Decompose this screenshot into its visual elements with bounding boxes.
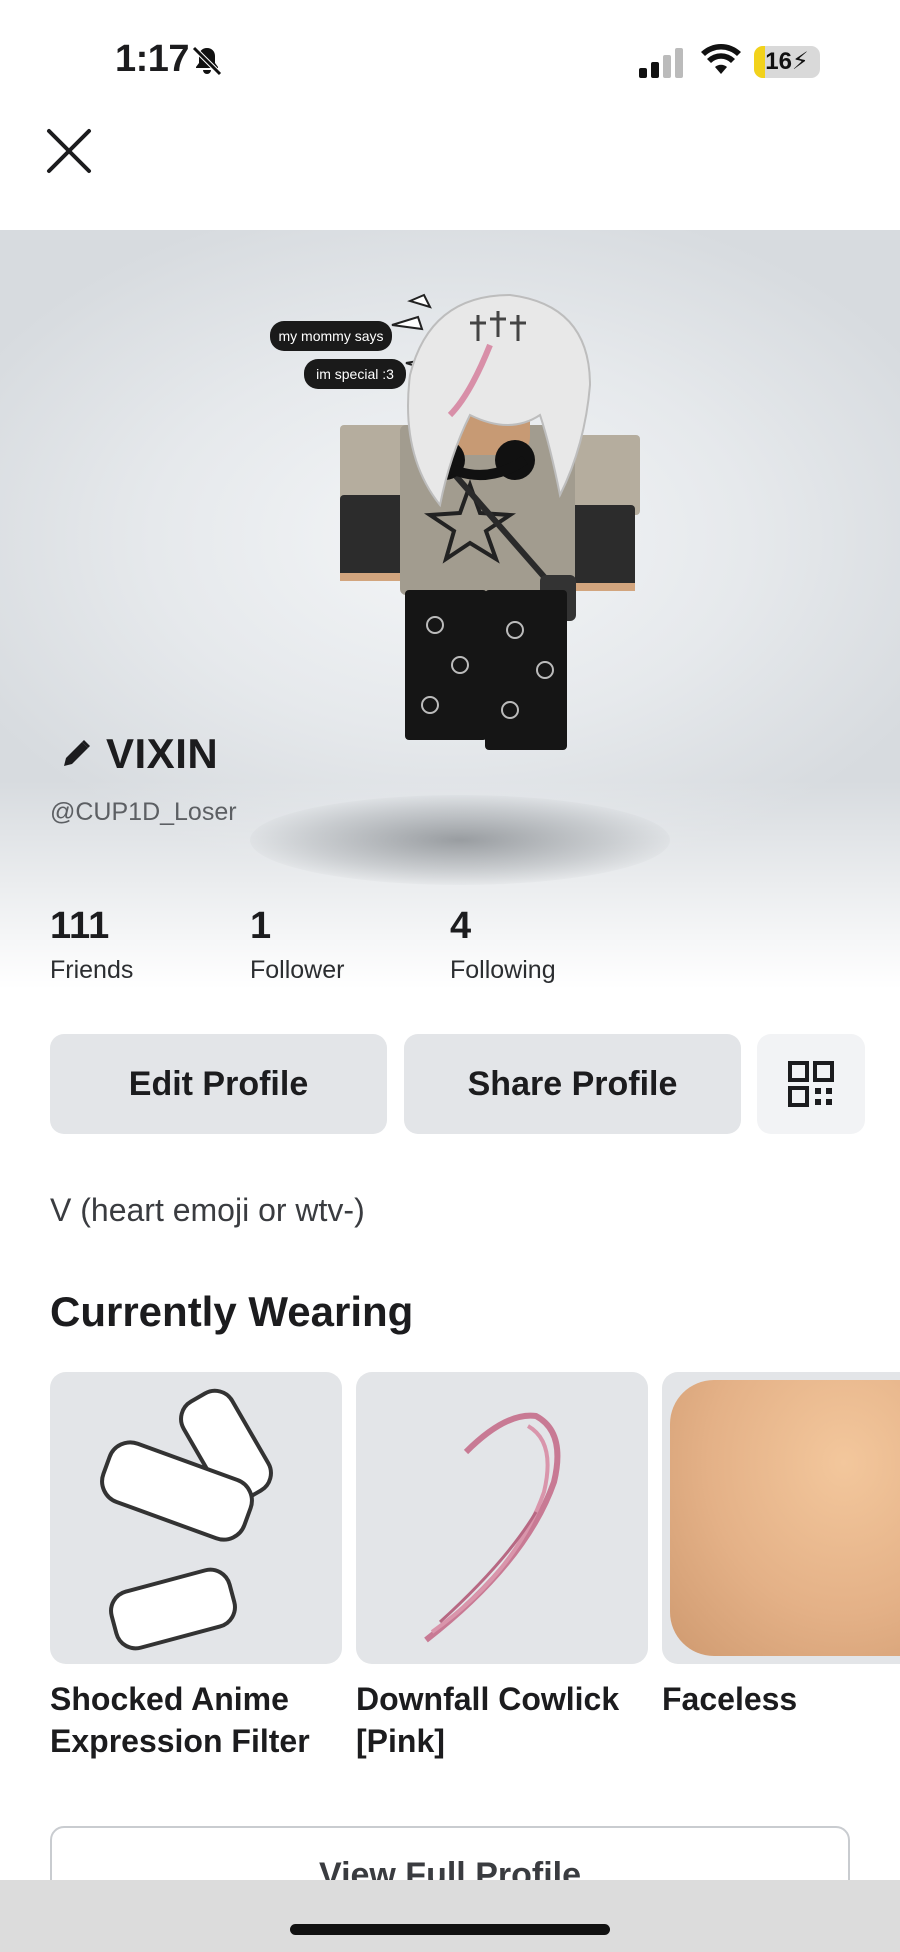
following-label: Following	[450, 956, 556, 984]
qr-code-icon	[788, 1061, 834, 1107]
bell-off-icon	[192, 46, 222, 76]
qr-code-button[interactable]	[757, 1034, 865, 1134]
wearing-item-card[interactable]	[662, 1372, 900, 1664]
share-profile-button[interactable]: Share Profile	[404, 1034, 741, 1134]
home-bar-area	[0, 1880, 900, 1952]
edit-profile-button[interactable]: Edit Profile	[50, 1034, 387, 1134]
battery-icon: 16⚡	[754, 46, 820, 78]
avatar-speech-bubble: my mommy says im special :3	[270, 293, 434, 389]
wearing-item-card[interactable]	[50, 1372, 342, 1664]
signal-icon	[639, 48, 683, 78]
username: @CUP1D_Loser	[50, 798, 237, 826]
display-name-row[interactable]: VIXIN	[58, 730, 218, 778]
wearing-item-name[interactable]: Shocked Anime Expression Filter	[50, 1678, 350, 1762]
currently-wearing-title: Currently Wearing	[50, 1288, 414, 1335]
profile-bio: V (heart emoji or wtv-)	[50, 1192, 365, 1228]
svg-text:my mommy says: my mommy says	[279, 328, 384, 344]
faceless-thumbnail	[670, 1380, 900, 1656]
avatar-shadow	[250, 795, 670, 885]
home-indicator[interactable]	[290, 1924, 610, 1935]
avatar-image[interactable]: my mommy says im special :3	[260, 285, 680, 765]
followers-count: 1	[250, 905, 272, 947]
close-icon	[47, 129, 91, 173]
cowlick-thumbnail	[424, 1412, 561, 1643]
status-bar: 1:17 16⚡	[0, 0, 900, 120]
status-time: 1:17	[115, 38, 190, 80]
wearing-item-name[interactable]: Downfall Cowlick [Pink]	[356, 1678, 656, 1762]
friends-count: 111	[50, 905, 110, 947]
wearing-item-card[interactable]	[356, 1372, 648, 1664]
battery-level: 16⚡	[765, 48, 809, 75]
expression-filter-thumbnail	[100, 1388, 273, 1651]
following-stat[interactable]: 4 Following	[450, 905, 556, 985]
friends-stat[interactable]: 111 Friends	[50, 905, 133, 985]
followers-label: Follower	[250, 956, 345, 984]
wifi-icon	[701, 44, 741, 74]
wearing-item-name[interactable]: Faceless	[662, 1678, 900, 1720]
close-button[interactable]	[40, 122, 98, 180]
svg-text:im special :3: im special :3	[316, 366, 394, 382]
friends-label: Friends	[50, 956, 134, 984]
display-name: VIXIN	[106, 730, 219, 777]
pencil-icon[interactable]	[58, 736, 94, 772]
following-count: 4	[450, 905, 472, 947]
followers-stat[interactable]: 1 Follower	[250, 905, 344, 985]
